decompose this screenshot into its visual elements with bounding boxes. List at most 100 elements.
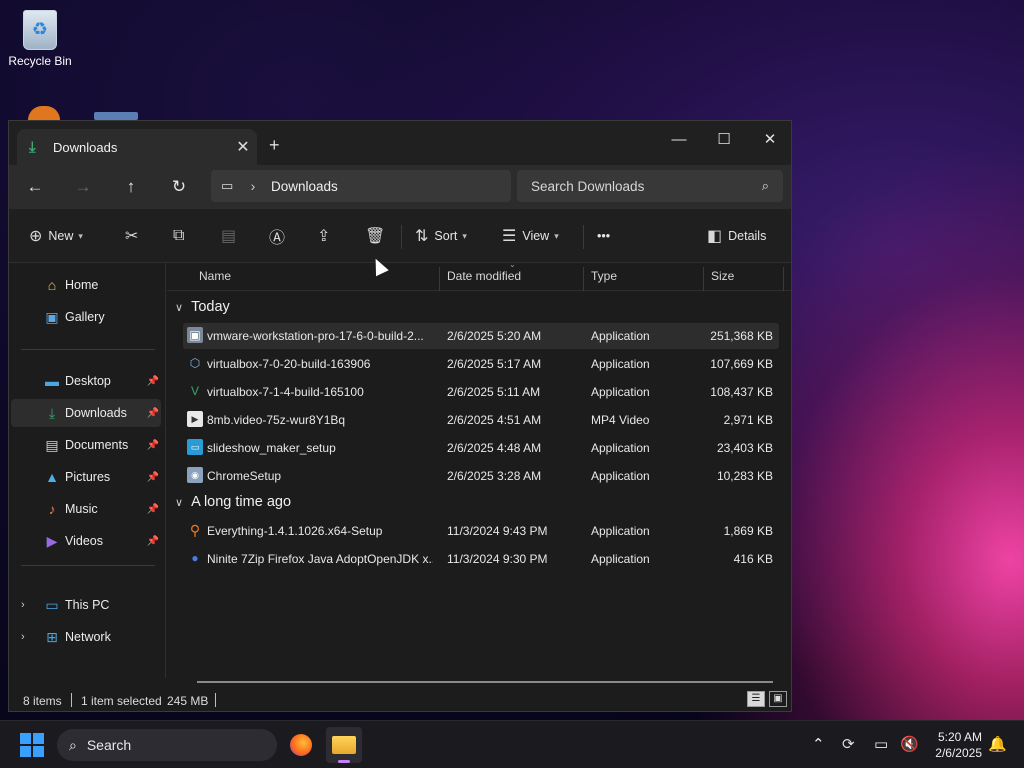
search-input[interactable]: Search Downloads ⌕ (517, 170, 783, 202)
new-label: New (48, 229, 74, 243)
tab-downloads[interactable]: ⤓ Downloads ✕ (17, 129, 257, 165)
everything-search-icon: ⚲ (189, 522, 201, 538)
delete-button[interactable]: 🗑 (365, 223, 391, 249)
nav-item-home[interactable]: ⌂ Home (11, 271, 161, 299)
table-row[interactable]: ▭ slideshow_maker_setup 2/6/2025 4:48 AM… (183, 435, 779, 461)
firefox-taskbar-button[interactable] (283, 727, 319, 763)
rename-button[interactable]: Ⓐ (269, 223, 291, 249)
table-row[interactable]: V virtualbox-7-1-4-build-165100 2/6/2025… (183, 379, 779, 405)
arrow-left-icon: ← (26, 177, 44, 196)
music-icon: ♪ (48, 501, 56, 517)
nav-item-documents[interactable]: ▤ Documents 📌 (11, 431, 161, 459)
tiles-view-toggle[interactable]: ▣ (769, 691, 787, 707)
nav-item-network[interactable]: › ⊞ Network (11, 623, 161, 651)
nav-label: Downloads (65, 406, 127, 420)
pin-icon[interactable]: 📌 (147, 376, 159, 387)
taskbar: ⌕ Search ⌃ ⟳ ▭ 🔇 5:20 AM 2/6/2025 🔔 (0, 720, 1024, 768)
group-label: A long time ago (191, 494, 292, 510)
pin-icon[interactable]: 📌 (147, 440, 159, 451)
table-row[interactable]: ◉ ChromeSetup 2/6/2025 3:28 AM Applicati… (183, 463, 779, 489)
notification-bell-icon[interactable]: 🔔 (988, 735, 1007, 753)
status-divider (71, 693, 72, 707)
group-header-today[interactable]: ∨ Today (175, 299, 230, 315)
trash-icon: 🗑 (365, 228, 386, 245)
new-button[interactable]: ⊕ New ▾ (29, 223, 83, 249)
column-divider[interactable] (439, 267, 440, 291)
download-arrow-icon: ⤓ (29, 138, 36, 156)
pin-icon[interactable]: 📌 (147, 408, 159, 419)
gallery-icon: ▣ (45, 308, 59, 325)
new-tab-button[interactable]: + (269, 135, 280, 156)
close-tab-icon[interactable]: ✕ (229, 137, 257, 157)
column-size[interactable]: Size (711, 269, 734, 283)
chevron-up-icon[interactable]: ⌃ (812, 735, 825, 753)
column-divider[interactable] (703, 267, 704, 291)
breadcrumb-downloads[interactable]: Downloads (271, 179, 338, 194)
column-type[interactable]: Type (591, 269, 617, 283)
recycle-bin-desktop-icon[interactable]: ♻ Recycle Bin (0, 6, 80, 68)
desktop-app-icon[interactable] (94, 112, 138, 120)
nav-item-music[interactable]: ♪ Music 📌 (11, 495, 161, 523)
share-button[interactable]: ⇪ (317, 223, 336, 249)
refresh-button[interactable]: ↻ (163, 173, 195, 201)
column-divider[interactable] (583, 267, 584, 291)
update-sync-icon[interactable]: ⟳ (842, 735, 855, 753)
column-name[interactable]: Name (199, 269, 231, 283)
maximize-button[interactable]: ☐ (701, 125, 747, 155)
desktop-app-icon[interactable] (28, 106, 60, 120)
pin-icon[interactable]: 📌 (147, 504, 159, 515)
start-button[interactable] (20, 733, 44, 757)
table-row[interactable]: ● Ninite 7Zip Firefox Java AdoptOpenJDK … (183, 546, 779, 572)
details-view-toggle[interactable]: ☰ (747, 691, 765, 707)
selection-size: 245 MB (167, 694, 209, 708)
column-date-modified[interactable]: Date modified (447, 269, 521, 283)
pin-icon[interactable]: 📌 (147, 536, 159, 547)
nav-item-videos[interactable]: ▶ Videos 📌 (11, 527, 161, 555)
chevron-right-icon[interactable]: › (21, 631, 25, 643)
network-status-icon[interactable]: ▭ (874, 735, 888, 753)
sort-button[interactable]: ⇅ Sort ▾ (415, 223, 467, 249)
forward-button[interactable]: → (67, 173, 99, 201)
command-bar: ⊕ New ▾ ✂ ⧉ ▤ Ⓐ ⇪ 🗑 ⇅ Sort ▾ ☰ View ▾ ••… (9, 209, 791, 263)
close-window-button[interactable]: ✕ (747, 125, 793, 155)
nav-item-gallery[interactable]: ▣ Gallery (11, 303, 161, 331)
chevron-right-icon[interactable]: › (241, 178, 265, 194)
file-type: Application (591, 385, 650, 399)
nav-item-this-pc[interactable]: › ▭ This PC (11, 591, 161, 619)
table-row[interactable]: ▶ 8mb.video-75z-wur8Y1Bq 2/6/2025 4:51 A… (183, 407, 779, 433)
file-explorer-taskbar-button[interactable] (326, 727, 362, 763)
system-clock[interactable]: 5:20 AM 2/6/2025 (926, 729, 982, 761)
details-pane-button[interactable]: ◧ Details (707, 223, 766, 249)
minimize-button[interactable]: — (656, 125, 702, 155)
back-button[interactable]: ← (19, 173, 51, 201)
file-size: 108,437 KB (710, 385, 773, 399)
windows-logo-icon (33, 733, 44, 744)
up-button[interactable]: ↑ (115, 173, 147, 201)
pin-icon[interactable]: 📌 (147, 472, 159, 483)
file-size: 10,283 KB (716, 469, 773, 483)
file-date: 11/3/2024 9:43 PM (447, 524, 548, 538)
file-type: Application (591, 441, 650, 455)
column-divider[interactable] (783, 267, 784, 291)
nav-item-pictures[interactable]: ▲ Pictures 📌 (11, 463, 161, 491)
speaker-muted-icon[interactable]: 🔇 (900, 735, 919, 753)
nav-item-desktop[interactable]: ▬ Desktop 📌 (11, 367, 161, 395)
cut-button[interactable]: ✂ (125, 223, 144, 249)
table-row[interactable]: ▣ vmware-workstation-pro-17-6-0-build-2.… (183, 323, 779, 349)
file-size: 251,368 KB (710, 329, 773, 343)
chevron-right-icon[interactable]: › (21, 599, 25, 611)
nav-item-downloads[interactable]: ⤓ Downloads 📌 (11, 399, 161, 427)
monitor-icon: ▭ (221, 178, 234, 193)
address-field[interactable]: ▭ › Downloads (211, 170, 511, 202)
paste-button[interactable]: ▤ (221, 223, 242, 249)
sort-indicator-icon: ⌄ (509, 260, 516, 269)
table-row[interactable]: ⬡ virtualbox-7-0-20-build-163906 2/6/202… (183, 351, 779, 377)
file-date: 2/6/2025 4:51 AM (447, 413, 542, 427)
more-options-button[interactable]: ••• (597, 223, 610, 249)
copy-button[interactable]: ⧉ (173, 223, 190, 249)
horizontal-scrollbar[interactable] (197, 681, 773, 683)
group-header-long-time-ago[interactable]: ∨ A long time ago (175, 494, 291, 510)
taskbar-search[interactable]: ⌕ Search (57, 729, 277, 761)
view-button[interactable]: ☰ View ▾ (502, 223, 559, 249)
table-row[interactable]: ⚲ Everything-1.4.1.1026.x64-Setup 11/3/2… (183, 518, 779, 544)
